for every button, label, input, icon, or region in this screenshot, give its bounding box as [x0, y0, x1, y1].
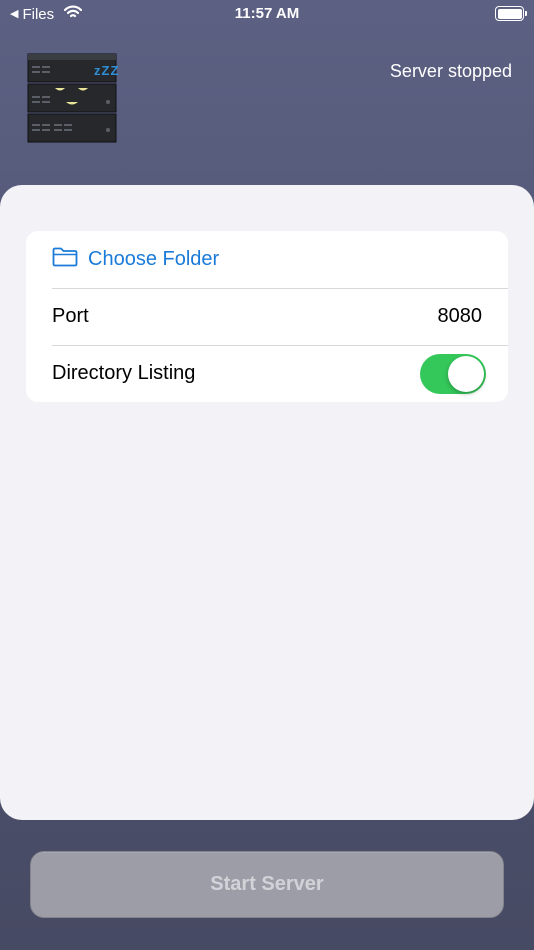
- sleep-zzz: zZZ: [94, 63, 120, 78]
- folder-icon: [52, 247, 88, 273]
- directory-listing-label: Directory Listing: [52, 362, 196, 384]
- port-label: Port: [52, 305, 89, 327]
- server-status-text: Server stopped: [389, 61, 512, 81]
- choose-folder-label: Choose Folder: [88, 248, 220, 270]
- battery-icon: [495, 6, 527, 21]
- directory-listing-toggle[interactable]: [420, 353, 486, 394]
- status-time: 11:57 AM: [234, 5, 300, 22]
- settings-sheet: Choose Folder Port 8080 Directory Listin…: [0, 185, 534, 820]
- start-server-button[interactable]: Start Server: [30, 851, 504, 918]
- status-bar: ◀ Files 11:57 AM: [0, 0, 534, 28]
- choose-folder-button[interactable]: Choose Folder: [26, 231, 508, 288]
- settings-group: Choose Folder Port 8080 Directory Listin…: [26, 231, 508, 402]
- port-value[interactable]: 8080: [438, 305, 483, 328]
- toggle-knob: [448, 355, 484, 392]
- port-row[interactable]: Port 8080: [26, 288, 508, 345]
- directory-listing-row: Directory Listing: [26, 345, 508, 402]
